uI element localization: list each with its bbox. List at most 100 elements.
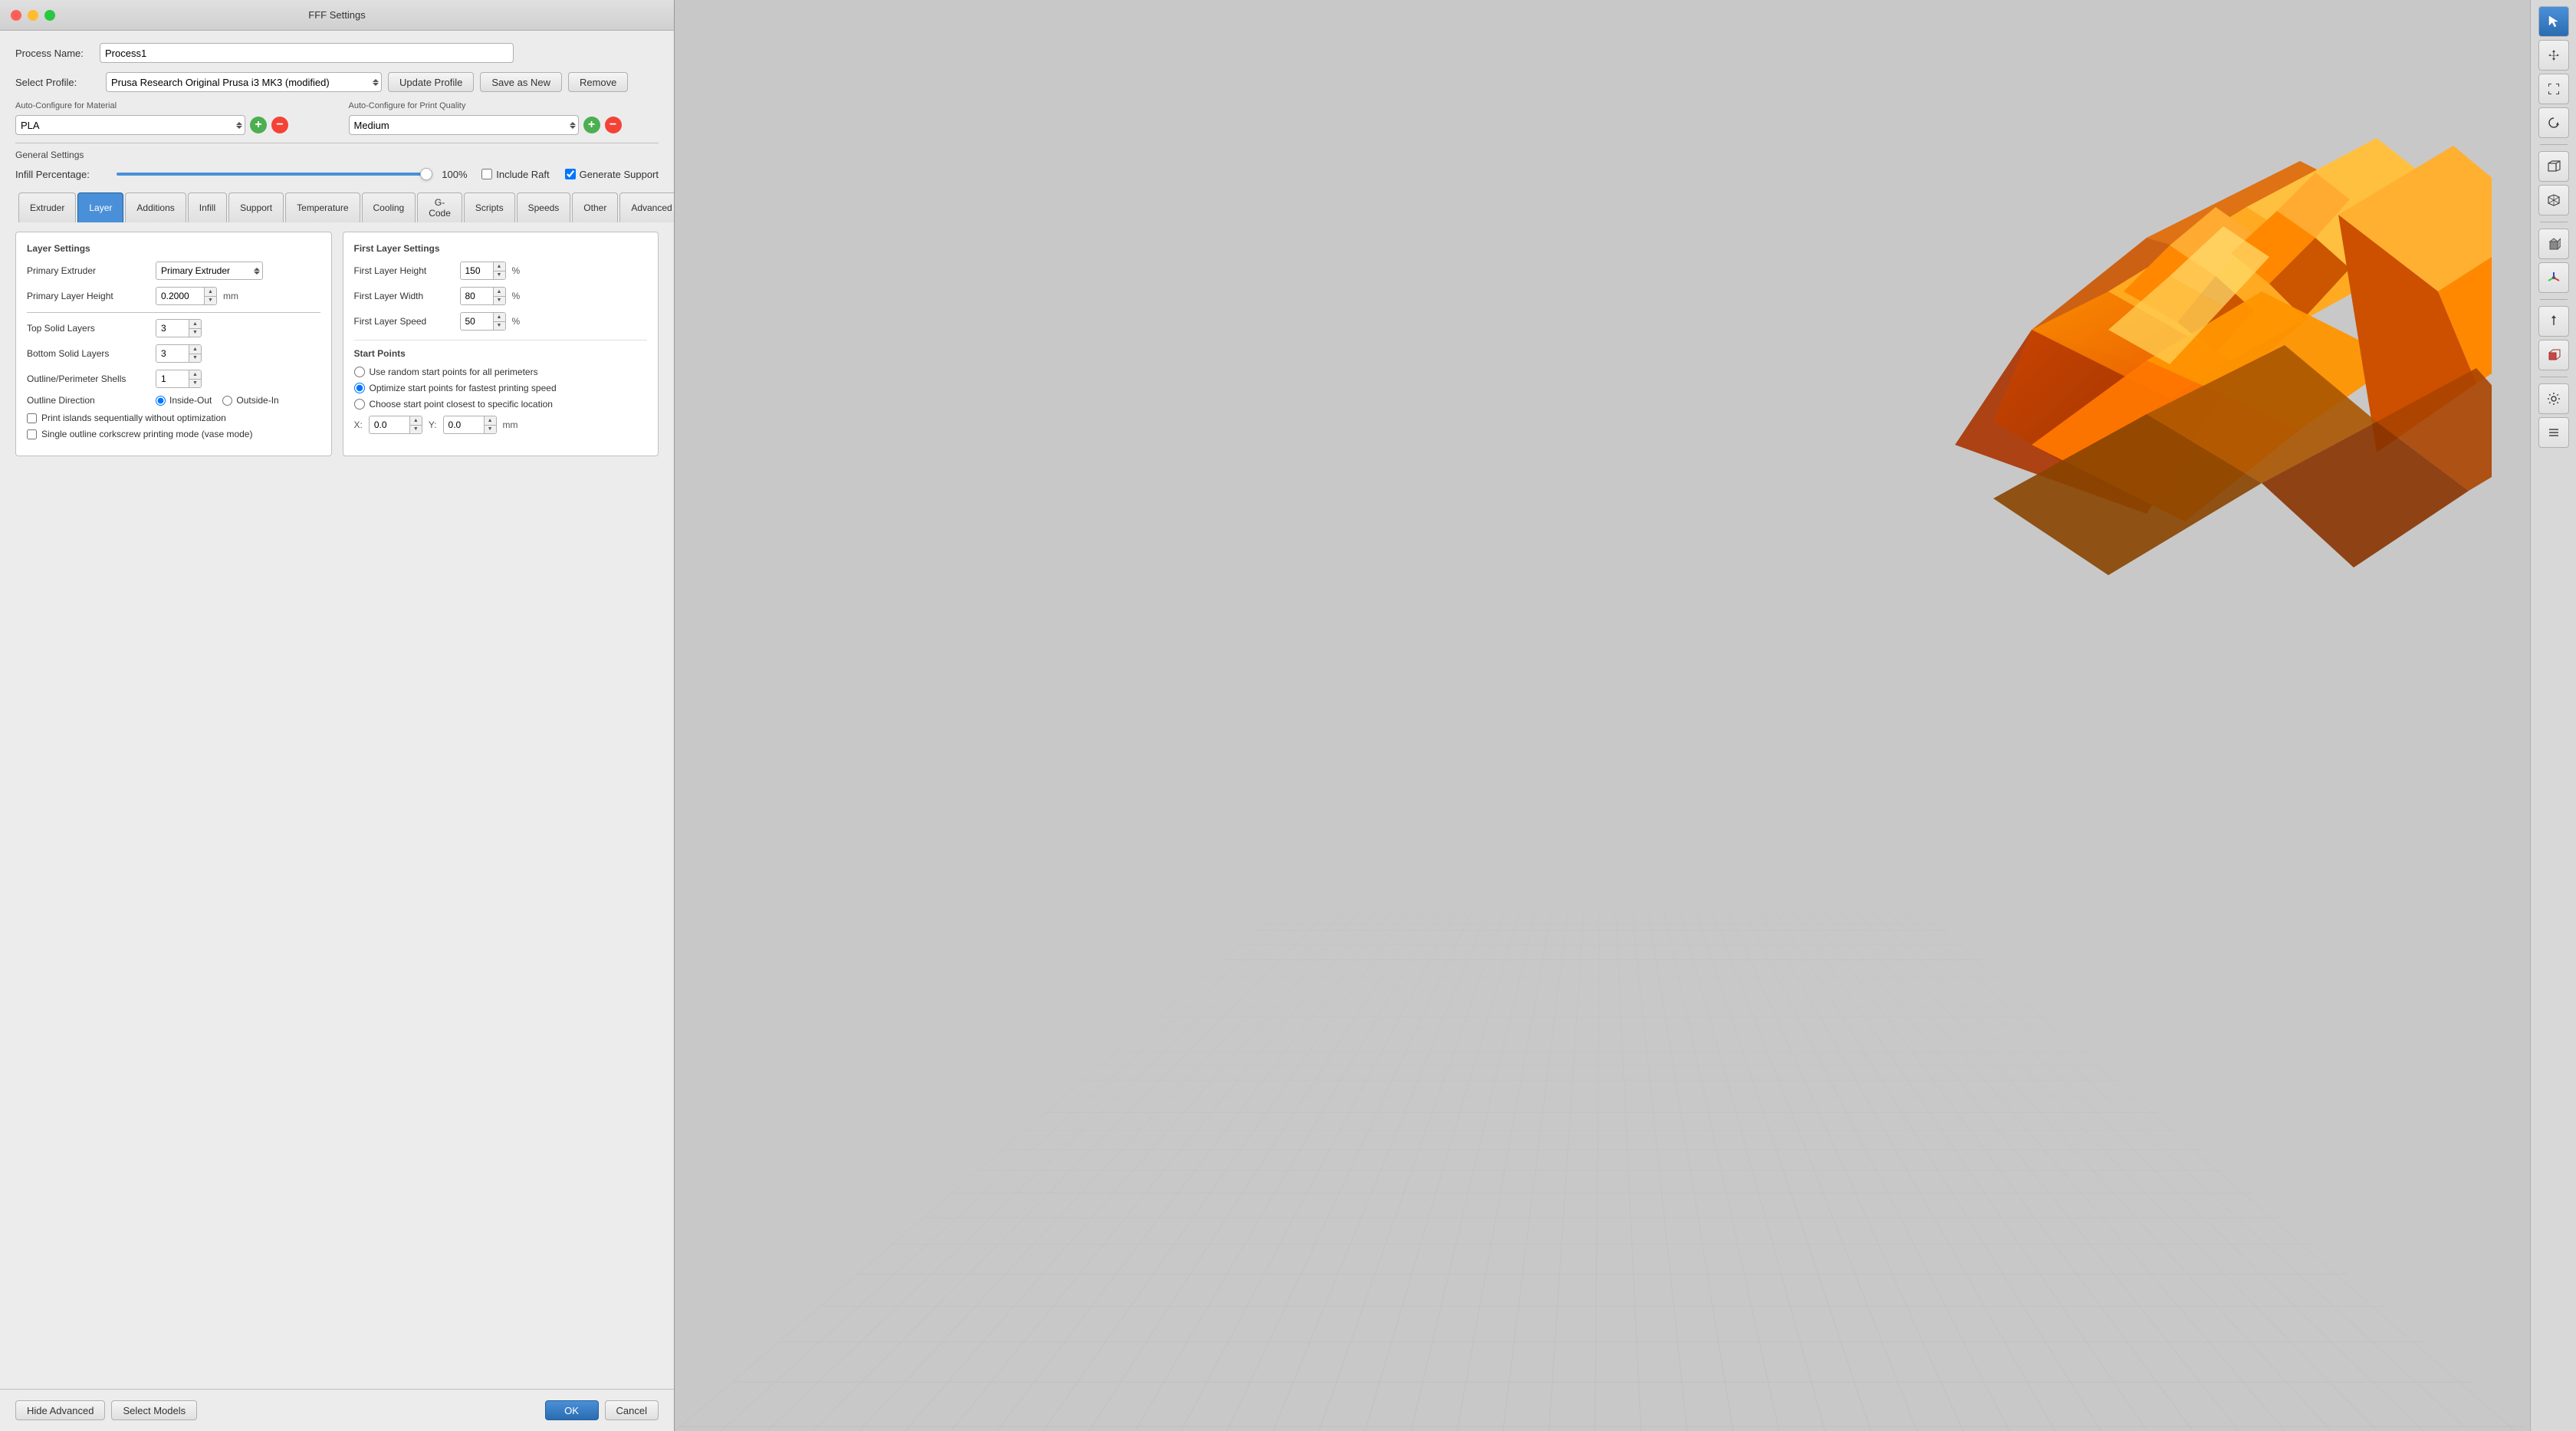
first-layer-height-stepper: ▲ ▼: [460, 262, 506, 280]
bottom-layers-up[interactable]: ▲: [189, 345, 201, 354]
rotate-tool-button[interactable]: [2538, 107, 2569, 138]
specific-start-radio[interactable]: [354, 399, 365, 410]
first-speed-up[interactable]: ▲: [493, 313, 505, 322]
tab-support[interactable]: Support: [228, 192, 284, 222]
tab-cooling[interactable]: Cooling: [362, 192, 416, 222]
include-raft-checkbox[interactable]: [481, 169, 492, 179]
ok-button[interactable]: OK: [545, 1400, 599, 1420]
generate-support-checkbox[interactable]: [565, 169, 576, 179]
tab-advanced[interactable]: Advanced: [619, 192, 674, 222]
cancel-button[interactable]: Cancel: [605, 1400, 659, 1420]
outline-shells-down[interactable]: ▼: [189, 380, 201, 388]
solidview-icon: [2547, 348, 2561, 362]
axis-button[interactable]: [2538, 262, 2569, 293]
remove-material-button[interactable]: −: [271, 117, 288, 133]
layers-button[interactable]: [2538, 417, 2569, 448]
settings-button[interactable]: [2538, 383, 2569, 414]
add-material-button[interactable]: +: [250, 117, 267, 133]
outline-shells-stepper: ▲ ▼: [156, 370, 202, 388]
toolbar-divider-1: [2540, 144, 2568, 145]
tab-scripts[interactable]: Scripts: [464, 192, 515, 222]
maximize-button[interactable]: [44, 10, 55, 21]
tab-other[interactable]: Other: [572, 192, 618, 222]
inside-out-radio[interactable]: [156, 396, 166, 406]
remove-quality-button[interactable]: −: [605, 117, 622, 133]
viewport: [675, 0, 2530, 1431]
tab-additions[interactable]: Additions: [125, 192, 186, 222]
outline-shells-up[interactable]: ▲: [189, 370, 201, 380]
tab-gcode[interactable]: G-Code: [417, 192, 462, 222]
first-width-down[interactable]: ▼: [493, 297, 505, 305]
cursor-tool-button[interactable]: [2538, 6, 2569, 37]
hide-advanced-button[interactable]: Hide Advanced: [15, 1400, 105, 1420]
start-points-label: Start Points: [354, 348, 648, 359]
close-button[interactable]: [11, 10, 21, 21]
outside-in-label[interactable]: Outside-In: [222, 395, 278, 406]
vase-mode-checkbox[interactable]: [27, 429, 37, 439]
generate-support-label[interactable]: Generate Support: [565, 169, 659, 180]
y-coord-down[interactable]: ▼: [484, 426, 496, 434]
add-quality-button[interactable]: +: [583, 117, 600, 133]
move2-button[interactable]: [2538, 306, 2569, 337]
first-height-up[interactable]: ▲: [493, 262, 505, 271]
first-layer-width-label: First Layer Width: [354, 291, 454, 301]
layer-height-up[interactable]: ▲: [204, 288, 216, 297]
top-layers-up[interactable]: ▲: [189, 320, 201, 329]
first-speed-stepper-buttons: ▲ ▼: [493, 313, 505, 330]
first-layer-width-unit: %: [512, 291, 521, 301]
bottom-solid-layers-label: Bottom Solid Layers: [27, 348, 150, 359]
inside-out-label[interactable]: Inside-Out: [156, 395, 212, 406]
top-solid-layers-stepper: ▲ ▼: [156, 319, 202, 337]
tab-speeds[interactable]: Speeds: [517, 192, 571, 222]
scale-tool-button[interactable]: [2538, 74, 2569, 104]
include-raft-label[interactable]: Include Raft: [481, 169, 549, 180]
remove-button[interactable]: Remove: [568, 72, 628, 92]
perspective-button[interactable]: [2538, 185, 2569, 215]
update-profile-button[interactable]: Update Profile: [388, 72, 474, 92]
first-width-up[interactable]: ▲: [493, 288, 505, 297]
process-name-input[interactable]: [100, 43, 514, 63]
save-as-new-button[interactable]: Save as New: [480, 72, 562, 92]
top-layers-down[interactable]: ▼: [189, 329, 201, 337]
auto-configure-material-group: Auto-Configure for Material PLA ABS PETG: [15, 101, 326, 135]
tab-temperature[interactable]: Temperature: [285, 192, 360, 222]
viewcube-button[interactable]: [2538, 229, 2569, 259]
quality-select[interactable]: Medium Low High: [349, 115, 579, 135]
optimize-start-radio[interactable]: [354, 383, 365, 393]
optimize-start-label[interactable]: Optimize start points for fastest printi…: [354, 383, 648, 393]
infill-slider[interactable]: [117, 173, 432, 176]
profile-select[interactable]: Prusa Research Original Prusa i3 MK3 (mo…: [106, 72, 382, 92]
y-coord-up[interactable]: ▲: [484, 416, 496, 426]
random-start-label[interactable]: Use random start points for all perimete…: [354, 367, 648, 377]
tab-layer[interactable]: Layer: [77, 192, 123, 222]
bottom-layers-down[interactable]: ▼: [189, 354, 201, 363]
material-select[interactable]: PLA ABS PETG: [15, 115, 245, 135]
rotate-icon: [2547, 116, 2561, 130]
first-height-down[interactable]: ▼: [493, 271, 505, 280]
first-layer-settings-label: First Layer Settings: [354, 243, 648, 254]
select-models-button[interactable]: Select Models: [111, 1400, 197, 1420]
tab-infill[interactable]: Infill: [188, 192, 227, 222]
material-row: PLA ABS PETG + −: [15, 115, 326, 135]
x-coord-up[interactable]: ▲: [409, 416, 422, 426]
minimize-button[interactable]: [28, 10, 38, 21]
x-coord-down[interactable]: ▼: [409, 426, 422, 434]
auto-configure-quality-group: Auto-Configure for Print Quality Medium …: [349, 101, 659, 135]
extruder-select[interactable]: Primary Extruder: [156, 262, 263, 280]
view3d-button[interactable]: [2538, 151, 2569, 182]
first-layer-settings-panel: First Layer Settings First Layer Height …: [343, 232, 659, 456]
outside-in-radio[interactable]: [222, 396, 232, 406]
layer-height-stepper-buttons: ▲ ▼: [204, 288, 216, 304]
first-speed-down[interactable]: ▼: [493, 322, 505, 331]
dialog-content: Process Name: Select Profile: Prusa Rese…: [0, 31, 674, 1389]
xy-coordinate-row: X: ▲ ▼ Y: ▲: [354, 416, 648, 434]
print-islands-checkbox[interactable]: [27, 413, 37, 423]
random-start-radio[interactable]: [354, 367, 365, 377]
window-title: FFF Settings: [308, 9, 365, 21]
tab-extruder[interactable]: Extruder: [18, 192, 76, 222]
solidview-button[interactable]: [2538, 340, 2569, 370]
move-tool-button[interactable]: [2538, 40, 2569, 71]
layer-height-unit: mm: [223, 291, 238, 301]
layer-height-down[interactable]: ▼: [204, 297, 216, 305]
specific-start-label[interactable]: Choose start point closest to specific l…: [354, 399, 648, 410]
